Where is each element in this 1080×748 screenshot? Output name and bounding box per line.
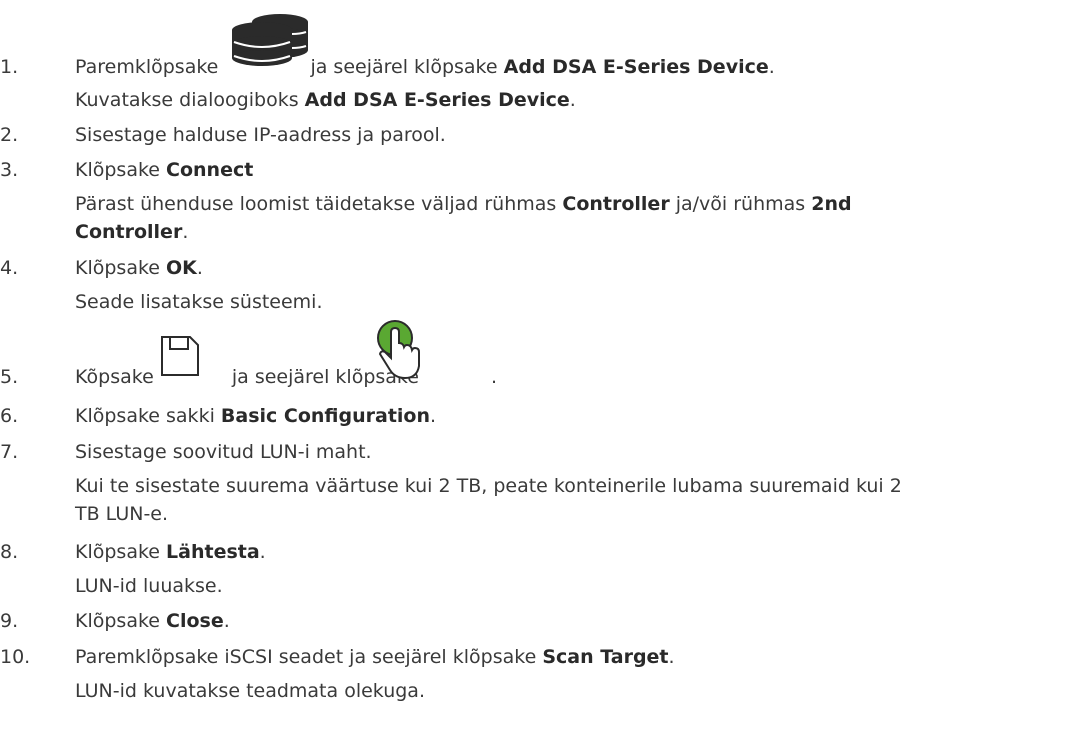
- step-8-line: Klõpsake Lähtesta.: [75, 541, 266, 563]
- step-bold-text: Add DSA E-Series Device: [503, 56, 769, 78]
- step-text: Paremklõpsake: [75, 56, 219, 78]
- step-bold-text: Close: [166, 610, 224, 632]
- step-3-subline: Pärast ühenduse loomist täidetakse välja…: [75, 193, 852, 215]
- step-1-subline: Kuvatakse dialoogiboks Add DSA E-Series …: [75, 89, 576, 111]
- step-3-subline: Controller.: [75, 221, 189, 243]
- step-5-line: Kõpsake ja seejärel klõpsake .: [75, 366, 498, 388]
- step-3-line: Klõpsake Connect: [75, 159, 254, 181]
- step-bold-text: Scan Target: [542, 646, 669, 668]
- step-7-subline: TB LUN-e.: [75, 503, 169, 525]
- save-icon: [161, 336, 199, 376]
- step-bold-text: Connect: [166, 159, 254, 181]
- step-bold-text: Controller: [562, 193, 670, 215]
- step-8-subline: LUN-id luuakse.: [75, 575, 223, 597]
- step-bold-text: Basic Configuration: [220, 405, 431, 427]
- step-number: 5.: [0, 366, 19, 388]
- database-stack-icon: [232, 14, 308, 66]
- step-6-line: Klõpsake sakki Basic Configuration.: [75, 405, 437, 427]
- step-7-subline: Kui te sisestate suurema väärtuse kui 2 …: [75, 475, 902, 497]
- step-bold-text: 2nd: [811, 193, 852, 215]
- step-bold-text: Lähtesta: [166, 541, 260, 563]
- step-number: 4.: [0, 257, 19, 279]
- step-2-line: Sisestage halduse IP-aadress ja parool.: [75, 124, 446, 146]
- step-bold-text: Controller: [75, 221, 183, 243]
- step-number: 1.: [0, 56, 19, 78]
- step-bold-text: OK: [166, 257, 197, 279]
- step-number: 9.: [0, 610, 19, 632]
- step-10-line: Paremklõpsake iSCSI seadet ja seejärel k…: [75, 646, 675, 668]
- step-number: 3.: [0, 159, 19, 181]
- step-text: ja seejärel klõpsake: [310, 56, 498, 78]
- step-bold-text: Add DSA E-Series Device: [304, 89, 570, 111]
- green-hand-pointer-icon: [377, 320, 420, 380]
- step-number: 2.: [0, 124, 19, 146]
- step-1-line: Paremklõpsake ja seejärel klõpsake Add D…: [75, 56, 775, 78]
- step-9-line: Klõpsake Close.: [75, 610, 230, 632]
- step-4-subline: Seade lisatakse süsteemi.: [75, 291, 323, 313]
- step-4-line: Klõpsake OK.: [75, 257, 203, 279]
- step-7-line: Sisestage soovitud LUN-i maht.: [75, 441, 372, 463]
- step-number: 6.: [0, 405, 19, 427]
- step-number: 8.: [0, 541, 19, 563]
- step-10-subline: LUN-id kuvatakse teadmata olekuga.: [75, 680, 425, 702]
- step-number: 10.: [0, 646, 31, 668]
- step-number: 7.: [0, 441, 19, 463]
